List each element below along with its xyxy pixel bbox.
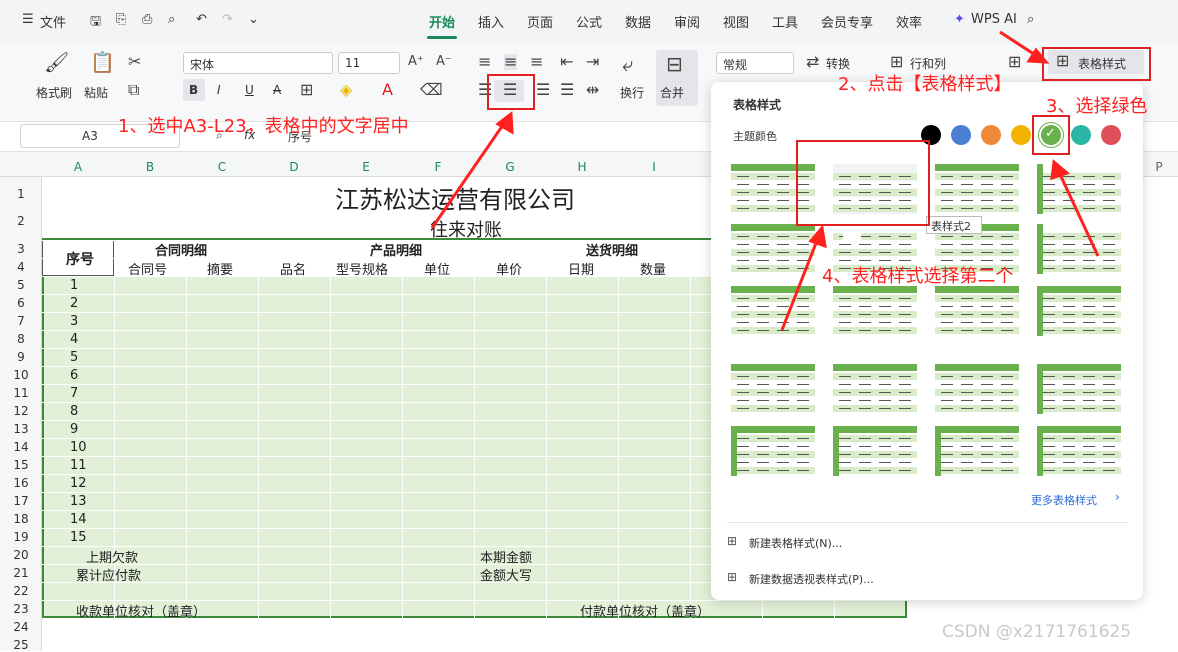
watermark: CSDN @x2171761625 (942, 622, 1132, 642)
annotation-arrows (430, 30, 1100, 331)
